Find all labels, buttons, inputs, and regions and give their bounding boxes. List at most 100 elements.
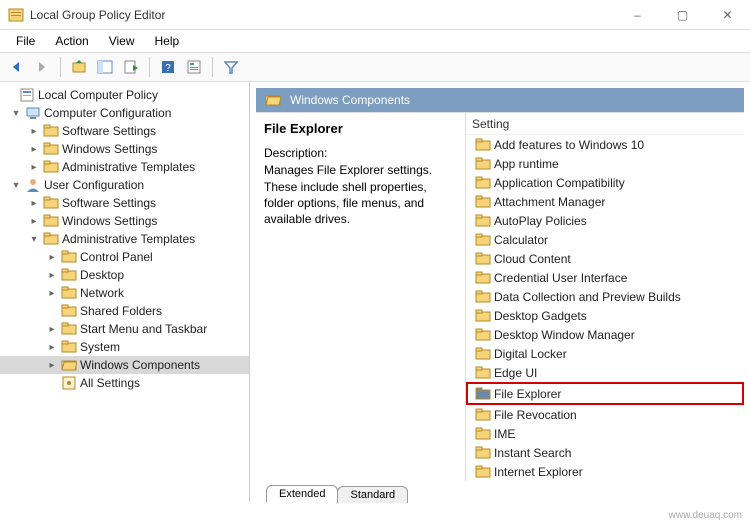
folder-icon — [475, 232, 491, 248]
list-item[interactable]: Attachment Manager — [466, 192, 744, 211]
list-item-label: Credential User Interface — [494, 271, 627, 285]
tree-root[interactable]: Local Computer Policy — [0, 86, 249, 104]
tree-system[interactable]: ▸System — [0, 338, 249, 356]
forward-button[interactable] — [30, 55, 54, 79]
chevron-down-icon[interactable]: ▾ — [10, 108, 22, 119]
list-item[interactable]: IME — [466, 424, 744, 443]
help-button[interactable]: ? — [156, 55, 180, 79]
back-button[interactable] — [4, 55, 28, 79]
column-header-setting[interactable]: Setting — [466, 113, 744, 135]
tree-pane[interactable]: Local Computer Policy ▾ Computer Configu… — [0, 82, 250, 502]
chevron-right-icon[interactable]: ▸ — [28, 126, 40, 137]
tree-uc-admin[interactable]: ▾Administrative Templates — [0, 230, 249, 248]
chevron-right-icon[interactable]: ▸ — [46, 342, 58, 353]
folder-icon — [61, 321, 77, 337]
tree-label: Windows Settings — [62, 214, 157, 228]
chevron-right-icon[interactable]: ▸ — [46, 252, 58, 263]
list-item[interactable]: Cloud Content — [466, 249, 744, 268]
list-item[interactable]: Desktop Window Manager — [466, 325, 744, 344]
up-button[interactable] — [67, 55, 91, 79]
chevron-down-icon[interactable]: ▾ — [10, 180, 22, 191]
chevron-right-icon[interactable]: ▸ — [46, 288, 58, 299]
menu-view[interactable]: View — [101, 32, 143, 50]
tree-windows-components[interactable]: ▸Windows Components — [0, 356, 249, 374]
title-bar: Local Group Policy Editor – ▢ ✕ — [0, 0, 750, 30]
list-item[interactable]: Desktop Gadgets — [466, 306, 744, 325]
list-item-label: Instant Search — [494, 446, 571, 460]
folder-icon — [43, 141, 59, 157]
minimize-button[interactable]: – — [615, 0, 660, 30]
chevron-right-icon[interactable]: ▸ — [28, 198, 40, 209]
list-item[interactable]: Calculator — [466, 230, 744, 249]
list-item-label: Internet Explorer — [494, 465, 583, 479]
list-item[interactable]: File Revocation — [466, 405, 744, 424]
chevron-right-icon[interactable]: ▸ — [28, 216, 40, 227]
settings-list[interactable]: Add features to Windows 10 App runtime App… — [466, 135, 744, 481]
tree-control-panel[interactable]: ▸Control Panel — [0, 248, 249, 266]
list-item[interactable]: App runtime — [466, 154, 744, 173]
tree-label: Windows Settings — [62, 142, 157, 156]
tree-uc-software[interactable]: ▸Software Settings — [0, 194, 249, 212]
menu-help[interactable]: Help — [147, 32, 188, 50]
chevron-down-icon[interactable]: ▾ — [28, 234, 40, 245]
tree-all-settings[interactable]: All Settings — [0, 374, 249, 392]
list-item[interactable]: Application Compatibility — [466, 173, 744, 192]
tree-label: Administrative Templates — [62, 160, 195, 174]
list-item-label: Application Compatibility — [494, 176, 625, 190]
list-item[interactable]: Edge UI — [466, 363, 744, 382]
maximize-button[interactable]: ▢ — [660, 0, 705, 30]
show-hide-tree-button[interactable] — [93, 55, 117, 79]
list-item[interactable]: Digital Locker — [466, 344, 744, 363]
tree-label: Computer Configuration — [44, 106, 171, 120]
view-tabs: Extended Standard — [256, 481, 744, 502]
list-item-label: App runtime — [494, 157, 559, 171]
folder-icon — [475, 270, 491, 286]
folder-icon — [475, 213, 491, 229]
properties-button[interactable] — [182, 55, 206, 79]
tree-uc-windows[interactable]: ▸ Windows Settings — [0, 212, 249, 230]
chevron-right-icon[interactable]: ▸ — [46, 324, 58, 335]
list-item[interactable]: File Explorer — [466, 382, 744, 405]
close-button[interactable]: ✕ — [705, 0, 750, 30]
list-item[interactable]: Internet Explorer — [466, 462, 744, 481]
folder-icon — [475, 251, 491, 267]
list-item-label: Data Collection and Preview Builds — [494, 290, 681, 304]
tree-cc-admin[interactable]: ▸ Administrative Templates — [0, 158, 249, 176]
tree-computer-config[interactable]: ▾ Computer Configuration — [0, 104, 249, 122]
toolbar: ? — [0, 52, 750, 82]
tree-label: Shared Folders — [80, 304, 162, 318]
tab-extended[interactable]: Extended — [266, 485, 338, 502]
svg-text:?: ? — [165, 63, 171, 74]
folder-icon — [43, 213, 59, 229]
list-item-label: IME — [494, 427, 515, 441]
tree-start-menu[interactable]: ▸Start Menu and Taskbar — [0, 320, 249, 338]
tree-label: Software Settings — [62, 124, 156, 138]
menu-bar: File Action View Help — [0, 30, 750, 52]
tree-network[interactable]: ▸Network — [0, 284, 249, 302]
tree-cc-software[interactable]: ▸ Software Settings — [0, 122, 249, 140]
chevron-right-icon[interactable]: ▸ — [28, 144, 40, 155]
chevron-right-icon[interactable]: ▸ — [46, 270, 58, 281]
chevron-right-icon[interactable]: ▸ — [46, 360, 58, 371]
list-item[interactable]: Add features to Windows 10 — [466, 135, 744, 154]
chevron-right-icon[interactable]: ▸ — [28, 162, 40, 173]
separator — [60, 57, 61, 77]
breadcrumb-label: Windows Components — [290, 93, 410, 107]
filter-button[interactable] — [219, 55, 243, 79]
list-item-label: Digital Locker — [494, 347, 567, 361]
tree-desktop[interactable]: ▸ Desktop — [0, 266, 249, 284]
tree-shared-folders[interactable]: Shared Folders — [0, 302, 249, 320]
tree-label: Desktop — [80, 268, 124, 282]
list-item[interactable]: Credential User Interface — [466, 268, 744, 287]
list-item[interactable]: AutoPlay Policies — [466, 211, 744, 230]
tree-cc-windows[interactable]: ▸ Windows Settings — [0, 140, 249, 158]
tree-user-config[interactable]: ▾ User Configuration — [0, 176, 249, 194]
list-item[interactable]: Data Collection and Preview Builds — [466, 287, 744, 306]
folder-open-icon — [61, 357, 77, 373]
export-button[interactable] — [119, 55, 143, 79]
tab-standard[interactable]: Standard — [337, 486, 408, 503]
list-item[interactable]: Instant Search — [466, 443, 744, 462]
menu-file[interactable]: File — [8, 32, 43, 50]
window-title: Local Group Policy Editor — [30, 8, 615, 22]
menu-action[interactable]: Action — [47, 32, 96, 50]
